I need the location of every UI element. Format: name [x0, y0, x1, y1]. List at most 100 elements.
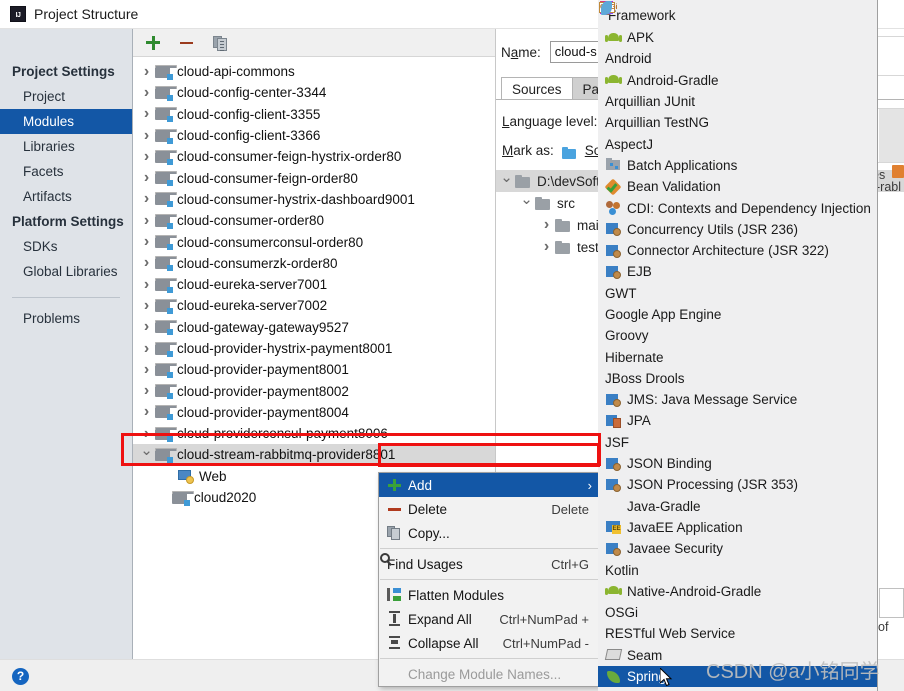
module-row[interactable]: cloud-provider-payment8004	[133, 402, 495, 423]
module-row[interactable]: cloud-provider-payment8001	[133, 359, 495, 380]
chevron-right-icon[interactable]	[538, 239, 555, 255]
plus-icon[interactable]	[144, 34, 162, 52]
framework-list-item[interactable]: OSGiOSGi	[598, 2, 877, 623]
chevron-right-icon[interactable]	[138, 277, 155, 293]
context-menu-item[interactable]: Find Usages Ctrl+G	[379, 552, 599, 576]
chevron-down-icon[interactable]	[518, 196, 535, 211]
framework-list-item[interactable]: EE JavaEE Application	[598, 517, 877, 538]
chevron-right-icon[interactable]	[138, 64, 155, 80]
framework-list-item[interactable]: Kotlin	[598, 1, 877, 580]
chevron-right-icon[interactable]	[138, 255, 155, 271]
framework-list-item[interactable]: GGroovy	[598, 1, 877, 346]
module-row[interactable]: cloud-config-client-3355	[133, 104, 495, 125]
copy-icon[interactable]	[212, 34, 230, 52]
framework-list-item[interactable]: Hibernate	[598, 2, 877, 367]
framework-list-item[interactable]: Spring DM Configuration	[598, 687, 877, 691]
chevron-right-icon[interactable]	[138, 426, 155, 442]
chevron-right-icon[interactable]	[138, 234, 155, 250]
module-row[interactable]: cloud-consumerconsul-order80	[133, 231, 495, 252]
sidebar-item-artifacts[interactable]: Artifacts	[0, 184, 132, 209]
chevron-right-icon[interactable]	[138, 149, 155, 165]
framework-list-item[interactable]: Arquillian TestNG	[598, 1, 877, 133]
framework-list[interactable]: APK Android Android-Gradle Arquillian JUnit…	[598, 1, 877, 691]
chevron-right-icon[interactable]	[138, 85, 155, 101]
module-row[interactable]: cloud-consumerzk-order80	[133, 253, 495, 274]
module-row[interactable]: cloud-config-center-3344	[133, 82, 495, 103]
framework-list-item[interactable]: JPA	[598, 410, 877, 431]
module-row[interactable]: cloud-provider-hystrix-payment8001	[133, 338, 495, 359]
module-row[interactable]: cloud-consumer-hystrix-dashboard9001	[133, 189, 495, 210]
framework-list-item[interactable]: Javaee Security	[598, 538, 877, 559]
framework-list-item[interactable]: Concurrency Utils (JSR 236)	[598, 219, 877, 240]
module-folder-icon	[155, 320, 177, 336]
chevron-right-icon[interactable]	[138, 128, 155, 144]
chevron-right-icon[interactable]	[138, 383, 155, 399]
modules-tree[interactable]: cloud-api-commons cloud-config-center-334…	[133, 57, 495, 508]
framework-list-item[interactable]: JSON Binding	[598, 453, 877, 474]
chevron-right-icon[interactable]	[138, 191, 155, 207]
sidebar-item-libraries[interactable]: Libraries	[0, 134, 132, 159]
chevron-right-icon[interactable]	[138, 298, 155, 314]
framework-list-item[interactable]: JSFJSF	[598, 1, 877, 453]
sidebar-item-sdks[interactable]: SDKs	[0, 234, 132, 259]
sidebar-item-problems[interactable]: Problems	[0, 306, 132, 331]
framework-list-item[interactable]: Java-Gradle	[598, 496, 877, 517]
framework-list-item[interactable]: Seam	[598, 645, 877, 666]
framework-list-item[interactable]: JBoss Drools	[598, 1, 877, 389]
chevron-right-icon[interactable]	[138, 404, 155, 420]
chevron-right-icon[interactable]	[538, 217, 555, 233]
module-row[interactable]: cloud-consumer-order80	[133, 210, 495, 231]
framework-list-item[interactable]: Android-Gradle	[598, 70, 877, 91]
context-menu-item[interactable]: Copy...	[379, 521, 599, 545]
tab-sources[interactable]: Sources	[501, 77, 573, 100]
chevron-right-icon[interactable]	[138, 170, 155, 186]
framework-list-item[interactable]: EJB	[598, 261, 877, 282]
chevron-down-icon[interactable]	[498, 174, 515, 189]
sidebar-item-project[interactable]: Project	[0, 84, 132, 109]
help-button[interactable]: ?	[12, 668, 29, 685]
framework-list-item[interactable]: Native-Android-Gradle	[598, 581, 877, 602]
chevron-down-icon[interactable]	[138, 447, 155, 462]
module-row[interactable]: cloud-consumer-feign-order80	[133, 167, 495, 188]
module-row[interactable]: cloud-config-client-3366	[133, 125, 495, 146]
framework-list-item[interactable]: Arquillian JUnit	[598, 1, 877, 112]
framework-list-item[interactable]: Android	[598, 2, 877, 69]
chevron-right-icon[interactable]	[138, 106, 155, 122]
framework-list-item[interactable]: AAspectJ	[598, 1, 877, 154]
sidebar-item-global-libraries[interactable]: Global Libraries	[0, 259, 132, 284]
framework-list-item[interactable]: RESTful Web Service	[598, 1, 877, 644]
module-row[interactable]: cloud-eureka-server7002	[133, 295, 495, 316]
module-row[interactable]: cloud-provider-payment8002	[133, 380, 495, 401]
context-menu-item[interactable]: Expand All Ctrl+NumPad +	[379, 607, 599, 631]
framework-list-item[interactable]: CDI: Contexts and Dependency Injection	[598, 197, 877, 218]
sidebar-item-modules[interactable]: Modules	[0, 109, 132, 134]
framework-list-item[interactable]: Spring	[598, 665, 877, 688]
module-row[interactable]: cloud-eureka-server7001	[133, 274, 495, 295]
chevron-right-icon[interactable]	[138, 362, 155, 378]
context-menu-item[interactable]: Flatten Modules	[379, 583, 599, 607]
module-row[interactable]: cloud-gateway-gateway9527	[133, 317, 495, 338]
framework-list-item[interactable]: APK	[598, 27, 877, 48]
framework-list-item[interactable]: GGWT	[598, 1, 877, 304]
context-menu-item[interactable]: Delete Delete	[379, 497, 599, 521]
framework-list-item[interactable]: JMS: Java Message Service	[598, 389, 877, 410]
framework-list-item[interactable]: Batch Applications	[598, 155, 877, 176]
framework-list-item[interactable]: Connector Architecture (JSR 322)	[598, 240, 877, 261]
chevron-right-icon[interactable]	[138, 341, 155, 357]
framework-list-item[interactable]: JSON Processing (JSR 353)	[598, 474, 877, 495]
module-row[interactable]: cloud-providerconsul-payment8006	[133, 423, 495, 444]
module-row[interactable]: cloud-consumer-feign-hystrix-order80	[133, 146, 495, 167]
context-menu-item[interactable]: Add ›	[379, 473, 599, 497]
framework-list-item[interactable]: Google App Engine	[598, 1, 877, 325]
module-row[interactable]: cloud-api-commons	[133, 61, 495, 82]
module-row[interactable]: cloud-stream-rabbitmq-provider8801	[133, 444, 495, 466]
framework-item-label: JPA	[627, 413, 651, 429]
sidebar-item-facets[interactable]: Facets	[0, 159, 132, 184]
framework-list-item[interactable]: Bean Validation	[598, 176, 877, 197]
minus-icon[interactable]	[178, 34, 196, 52]
add-framework-popup[interactable]: Framework APK Android Android-Gradle Arquil…	[598, 0, 878, 691]
chevron-right-icon[interactable]	[138, 213, 155, 229]
context-menu-item[interactable]: Collapse All Ctrl+NumPad -	[379, 631, 599, 655]
chevron-right-icon[interactable]	[138, 319, 155, 335]
module-context-menu[interactable]: Add › Delete Delete Copy... Find Usages Ctrl+G…	[378, 472, 600, 687]
